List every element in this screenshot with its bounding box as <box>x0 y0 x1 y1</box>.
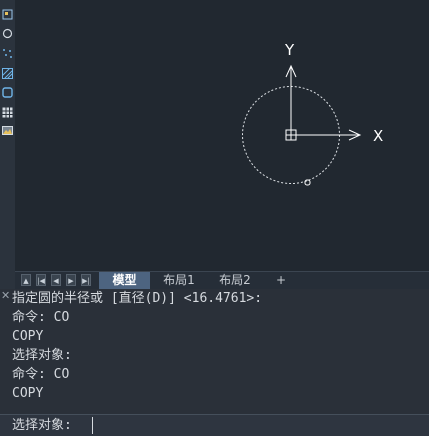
history-line: COPY <box>12 329 44 344</box>
add-layout-button[interactable]: + <box>270 272 292 289</box>
command-history: 指定圆的半径或 [直径(D)] <16.4761>: 命令: CO COPY 选… <box>12 289 427 403</box>
tab-prev-button[interactable]: ◀ <box>51 274 61 286</box>
snap-marker <box>304 179 311 186</box>
image-icon[interactable] <box>1 124 13 137</box>
hatch-icon[interactable] <box>1 67 13 80</box>
point-icon[interactable] <box>1 47 13 60</box>
tab-scroll-up-button[interactable]: ▲ <box>21 274 31 286</box>
prompt-label: 选择对象: <box>12 418 72 433</box>
tab-layout1[interactable]: 布局1 <box>153 272 205 289</box>
block-icon[interactable] <box>1 8 13 21</box>
tab-layout2[interactable]: 布局2 <box>209 272 261 289</box>
drawing-canvas[interactable]: Y X <box>15 0 429 271</box>
ucs-x-label: X <box>373 127 383 145</box>
tab-next-button[interactable]: ▶ <box>66 274 76 286</box>
close-icon[interactable]: ✕ <box>1 290 11 301</box>
drawing-area: Y X <box>242 41 383 186</box>
table-icon[interactable] <box>1 106 13 119</box>
layout-tab-bar: ▲ |◀ ◀ ▶ ▶| 模型 布局1 布局2 + <box>15 271 429 290</box>
ucs-y-label: Y <box>284 41 295 59</box>
circle-icon[interactable] <box>1 27 13 40</box>
history-line: 指定圆的半径或 [直径(D)] <16.4761>: <box>12 291 263 306</box>
command-input[interactable] <box>92 417 425 434</box>
tab-last-button[interactable]: ▶| <box>81 274 91 286</box>
tab-model[interactable]: 模型 <box>99 272 150 289</box>
tab-first-button[interactable]: |◀ <box>36 274 46 286</box>
command-prompt: 选择对象: <box>0 414 429 436</box>
command-panel: ✕ 指定圆的半径或 [直径(D)] <16.4761>: 命令: CO COPY… <box>0 289 429 436</box>
ucs-icon <box>285 64 362 141</box>
region-icon[interactable] <box>1 86 13 99</box>
history-line: 命令: CO <box>12 310 70 325</box>
history-line: COPY <box>12 386 44 401</box>
history-line: 选择对象: <box>12 348 72 363</box>
history-line: 命令: CO <box>12 367 70 382</box>
